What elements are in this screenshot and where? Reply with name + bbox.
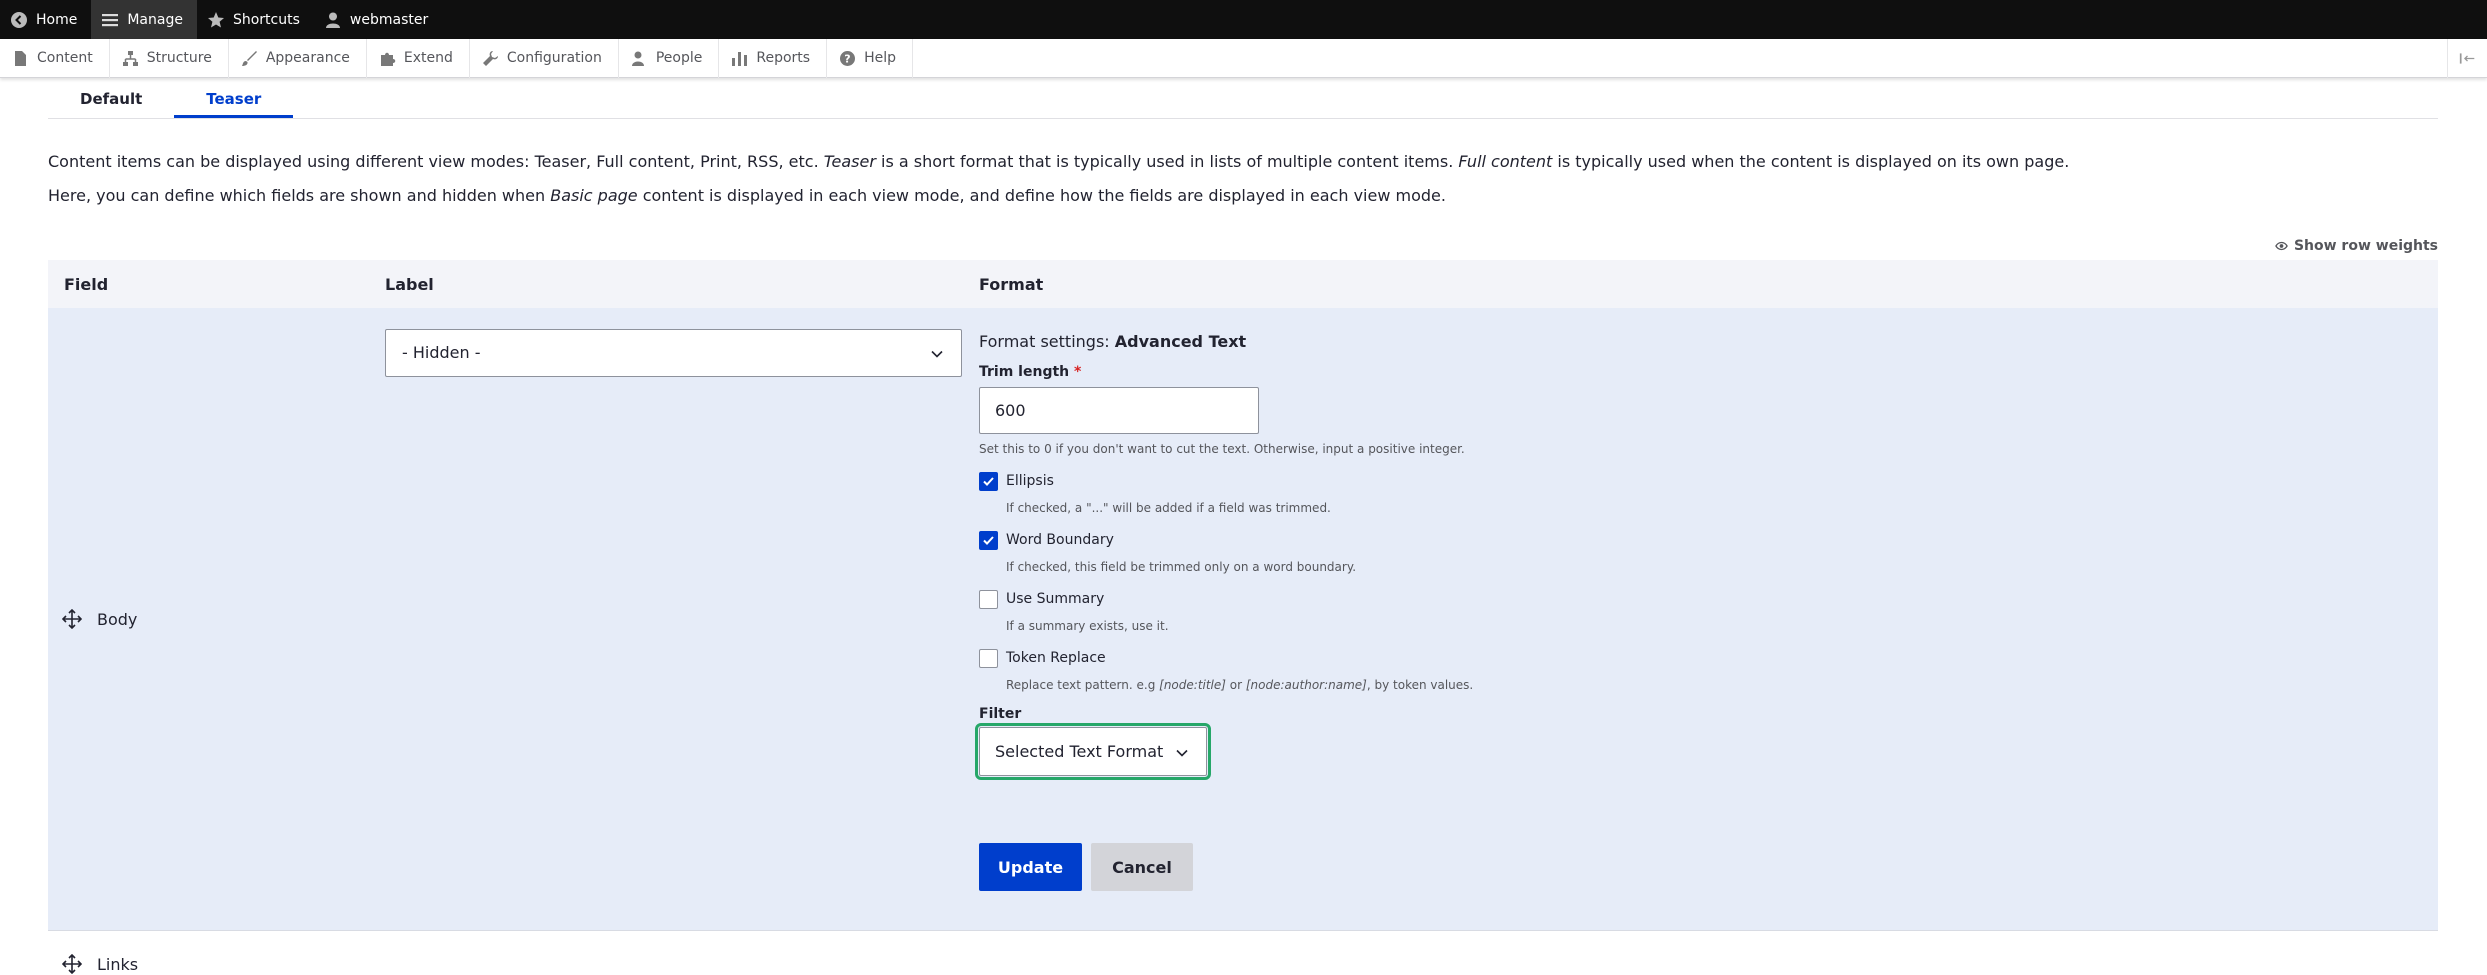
tray-item-help[interactable]: ? Help <box>827 38 913 78</box>
trim-length-hint: Set this to 0 if you don't want to cut t… <box>979 442 1465 456</box>
check-icon <box>983 477 994 486</box>
toolbar-user[interactable]: webmaster <box>314 0 442 39</box>
toolbar-shortcuts-label: Shortcuts <box>232 11 300 28</box>
chevron-down-icon <box>1176 749 1188 757</box>
fields-table-header: Field Label Format <box>48 260 2438 308</box>
tray-item-label: Configuration <box>506 50 602 66</box>
trim-length-input[interactable]: 600 <box>979 387 1259 434</box>
tray-item-label: Content <box>37 50 93 66</box>
tray-item-extend[interactable]: Extend <box>367 38 470 78</box>
ellipsis-label: Ellipsis <box>1006 473 1054 489</box>
word-boundary-hint: If checked, this field be trimmed only o… <box>1006 560 1357 574</box>
toolbar-home-label: Home <box>36 11 78 28</box>
required-mark: * <box>1074 364 1082 380</box>
toolbar-home[interactable]: Home <box>0 0 91 39</box>
eye-icon <box>2275 241 2288 251</box>
toolbar-manage[interactable]: Manage <box>91 0 197 39</box>
ellipsis-hint: If checked, a "..." will be added if a f… <box>1006 501 1331 515</box>
tray-item-label: Reports <box>756 50 811 66</box>
toolbar-shortcuts[interactable]: Shortcuts <box>197 0 314 39</box>
tray-item-label: Help <box>864 50 896 66</box>
tray-item-label: People <box>655 50 703 66</box>
token-replace-hint: Replace text pattern. e.g [node:title] o… <box>1006 678 1474 692</box>
tray-item-configuration[interactable]: Configuration <box>470 38 619 78</box>
admin-tray: Content Structure Appearance Extend Conf… <box>0 38 2487 78</box>
user-icon <box>325 12 340 28</box>
tab-default[interactable]: Default <box>48 80 174 118</box>
tray-item-structure[interactable]: Structure <box>110 38 229 78</box>
menu-icon <box>102 13 119 26</box>
tray-item-label: Extend <box>403 50 453 66</box>
label-display-select[interactable]: - Hidden - <box>385 329 962 377</box>
tray-item-label: Appearance <box>265 50 350 66</box>
use-summary-label: Use Summary <box>1006 591 1105 607</box>
help-icon: ? <box>840 50 856 66</box>
show-row-weights-link[interactable]: Show row weights <box>2275 238 2438 254</box>
tray-item-people[interactable]: People <box>619 38 720 78</box>
people-icon <box>631 51 644 66</box>
use-summary-hint: If a summary exists, use it. <box>1006 619 1169 633</box>
tab-teaser[interactable]: Teaser <box>174 80 294 118</box>
field-name-links: Links <box>97 955 139 974</box>
toolbar-user-label: webmaster <box>349 11 429 28</box>
tray-item-appearance[interactable]: Appearance <box>229 38 367 78</box>
tray-orientation-toggle[interactable] <box>2447 39 2487 78</box>
token-replace-checkbox[interactable] <box>979 649 998 668</box>
filter-select[interactable]: Selected Text Format <box>975 723 1211 780</box>
admin-toolbar: Home Manage Shortcuts webmaster <box>0 0 2487 39</box>
tray-item-content[interactable]: Content <box>0 38 110 78</box>
chevron-down-icon <box>931 350 943 358</box>
orientation-icon <box>2459 53 2475 64</box>
word-boundary-label: Word Boundary <box>1006 532 1114 548</box>
wrench-icon <box>482 50 498 66</box>
update-button[interactable]: Update <box>979 843 1082 891</box>
header-field: Field <box>64 275 109 294</box>
brush-icon <box>241 50 257 66</box>
filter-label: Filter <box>979 706 1022 722</box>
back-arrow-icon <box>11 11 27 28</box>
puzzle-icon <box>380 52 396 66</box>
ellipsis-checkbox[interactable] <box>979 472 998 491</box>
cancel-button[interactable]: Cancel <box>1091 843 1193 891</box>
view-mode-tabs: Default Teaser <box>48 80 2438 119</box>
format-settings-title: Format settings: Advanced Text <box>979 332 1247 351</box>
file-icon <box>15 50 26 66</box>
token-replace-label: Token Replace <box>1006 650 1106 666</box>
bar-chart-icon <box>732 51 748 66</box>
drag-handle-icon[interactable] <box>62 609 82 629</box>
tray-item-reports[interactable]: Reports <box>719 38 828 78</box>
svg-text:?: ? <box>844 52 850 65</box>
tray-item-label: Structure <box>146 50 212 66</box>
check-icon <box>983 536 994 545</box>
star-icon <box>207 11 224 27</box>
structure-icon <box>122 50 138 66</box>
header-format: Format <box>979 275 1044 294</box>
fields-description: Here, you can define which fields are sh… <box>48 186 1446 205</box>
view-modes-description: Content items can be displayed using dif… <box>48 152 2070 171</box>
field-name-body: Body <box>97 610 138 629</box>
drag-handle-icon[interactable] <box>62 954 82 974</box>
header-label: Label <box>385 275 434 294</box>
toolbar-manage-label: Manage <box>127 11 183 28</box>
word-boundary-checkbox[interactable] <box>979 531 998 550</box>
trim-length-label: Trim length * <box>979 364 1082 380</box>
use-summary-checkbox[interactable] <box>979 590 998 609</box>
